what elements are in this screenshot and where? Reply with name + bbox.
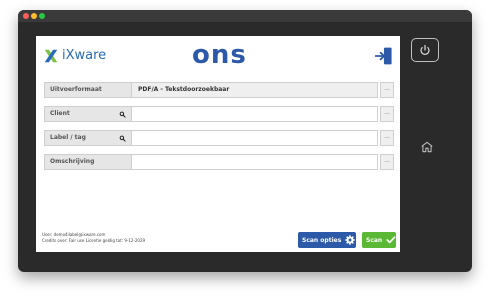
- description-input[interactable]: [132, 154, 378, 170]
- client-input[interactable]: [132, 106, 378, 122]
- home-icon: [421, 141, 433, 153]
- power-button[interactable]: [411, 38, 439, 62]
- search-icon: [119, 135, 126, 142]
- scan-options-label: Scan opties: [302, 236, 342, 244]
- minimize-window-button[interactable]: [31, 13, 37, 19]
- ons-logo: ons: [192, 40, 247, 70]
- footer-info: User: demo4ilabel@ixware.com Credits ove…: [42, 232, 145, 244]
- field-row-omschrijving: Omschrijving ...: [44, 154, 394, 170]
- close-window-button[interactable]: [23, 13, 29, 19]
- scan-label: Scan: [366, 236, 383, 244]
- field-label: Omschrijving: [44, 154, 132, 170]
- main-screen: iXware ons Uitvoerformaat PDF/A - Tekstd…: [36, 36, 400, 252]
- description-more-button[interactable]: ...: [380, 154, 394, 170]
- field-row-label-tag: Label / tag ...: [44, 130, 394, 146]
- field-label: Uitvoerformaat: [44, 82, 132, 98]
- field-row-uitvoerformaat: Uitvoerformaat PDF/A - Tekstdoorzoekbaar…: [44, 82, 394, 98]
- ixware-logo: iXware: [44, 48, 106, 63]
- gear-icon: [345, 235, 355, 245]
- ixware-mark-icon: [44, 49, 58, 62]
- credits-text: Credits over: Fair use Licentie geldig t…: [42, 238, 146, 243]
- window-titlebar: [18, 10, 472, 22]
- check-icon: [386, 236, 396, 244]
- scan-button[interactable]: Scan: [362, 232, 396, 248]
- client-more-button[interactable]: ...: [380, 106, 394, 122]
- client-search-button[interactable]: [112, 106, 132, 122]
- search-icon: [119, 111, 126, 118]
- label-tag-search-button[interactable]: [112, 130, 132, 146]
- home-button[interactable]: [416, 136, 438, 158]
- label-tag-more-button[interactable]: ...: [380, 130, 394, 146]
- field-row-client: Client ...: [44, 106, 394, 122]
- label-tag-input[interactable]: [132, 130, 378, 146]
- logout-button[interactable]: [374, 46, 394, 70]
- ixware-logo-text: iXware: [62, 48, 107, 63]
- maximize-window-button[interactable]: [39, 13, 45, 19]
- output-format-more-button[interactable]: ...: [380, 82, 394, 98]
- power-icon: [420, 44, 430, 55]
- logout-icon: [374, 47, 392, 65]
- scan-options-button[interactable]: Scan opties: [298, 232, 356, 248]
- output-format-select[interactable]: PDF/A - Tekstdoorzoekbaar: [132, 82, 378, 98]
